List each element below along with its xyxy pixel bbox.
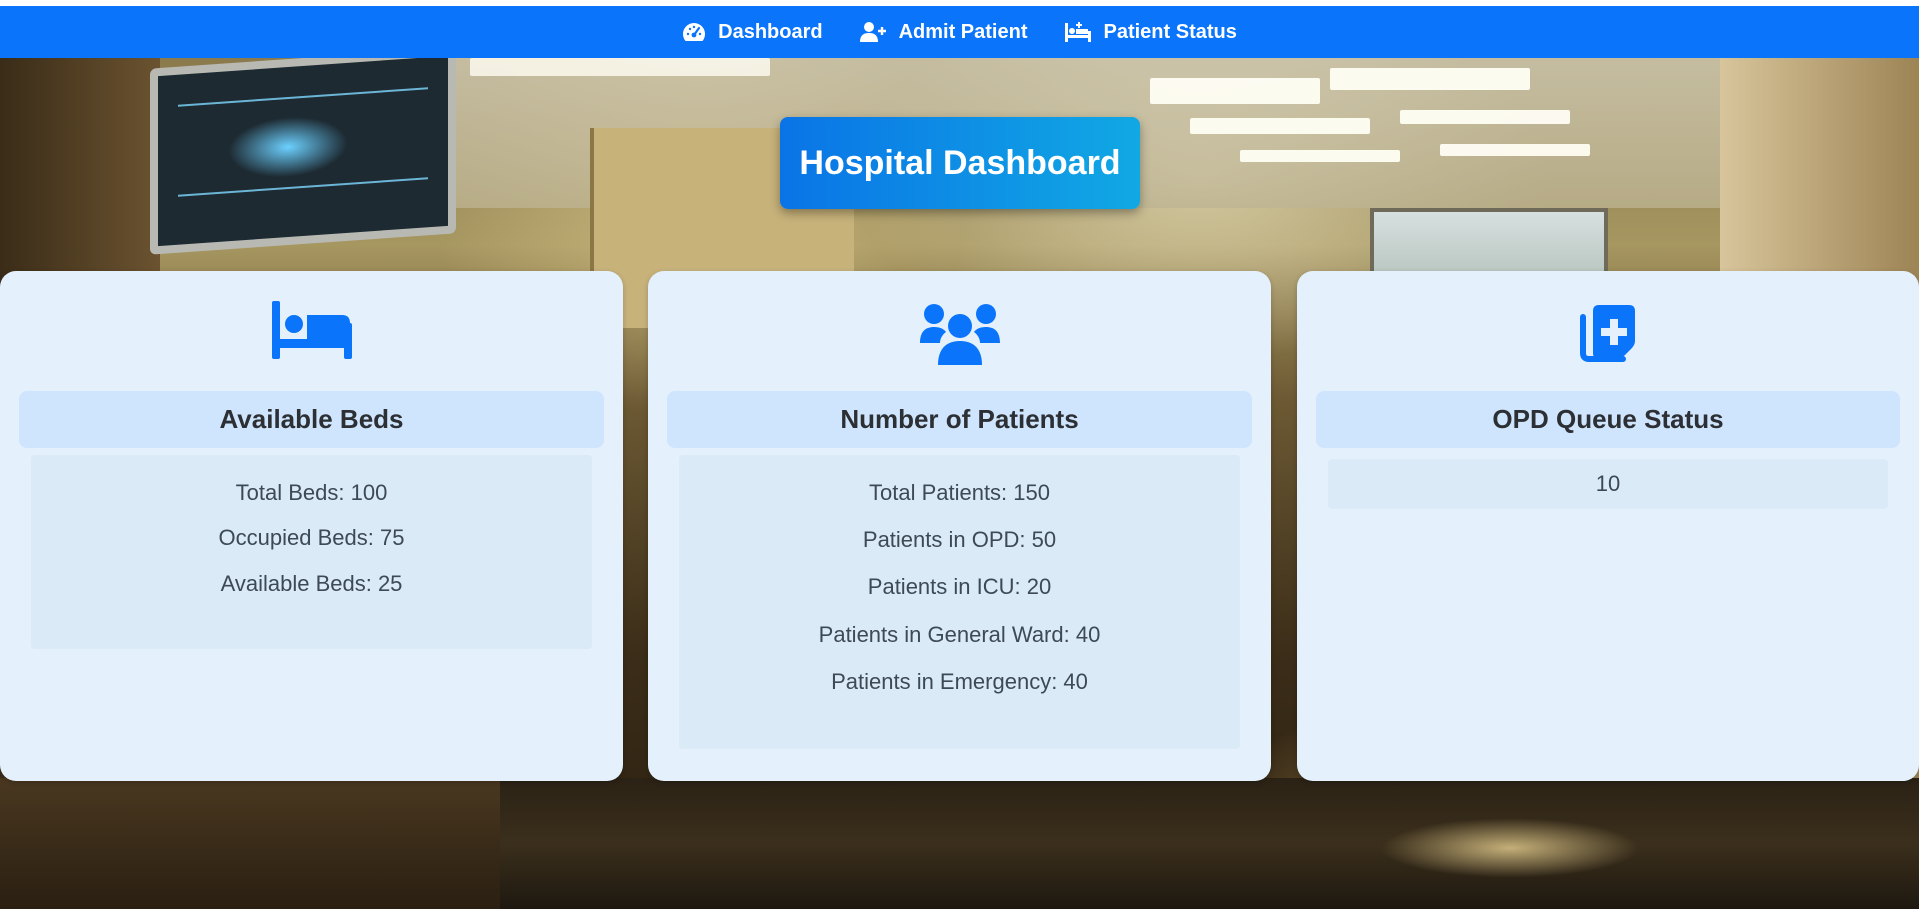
occupied-beds-text: Occupied Beds: 75 bbox=[218, 525, 405, 551]
patients-icu-text: Patients in ICU: 20 bbox=[867, 574, 1052, 600]
nav-admit-patient[interactable]: Admit Patient bbox=[859, 21, 1028, 44]
nav-patient-status[interactable]: Patient Status bbox=[1064, 21, 1237, 44]
opd-queue-status-card: OPD Queue Status 10 bbox=[1297, 271, 1919, 781]
total-beds-text: Total Beds: 100 bbox=[235, 480, 388, 505]
users-icon bbox=[648, 301, 1271, 365]
nav-dashboard[interactable]: Dashboard bbox=[682, 20, 823, 44]
bed-icon bbox=[0, 301, 623, 359]
user-plus-icon bbox=[859, 21, 887, 43]
medical-plus-icon bbox=[1297, 301, 1919, 363]
opd-queue-status-heading: OPD Queue Status bbox=[1316, 391, 1900, 448]
number-of-patients-heading: Number of Patients bbox=[667, 391, 1252, 448]
nav-patient-status-label: Patient Status bbox=[1103, 20, 1237, 43]
top-navbar: Dashboard Admit Patient Patient Status bbox=[0, 6, 1919, 58]
opd-queue-value: 10 bbox=[1328, 459, 1888, 509]
available-beds-details: Total Beds: 100 Occupied Beds: 75 Availa… bbox=[31, 455, 592, 649]
nav-dashboard-label: Dashboard bbox=[718, 20, 823, 43]
gauge-icon bbox=[682, 21, 706, 43]
patients-emergency-text: Patients in Emergency: 40 bbox=[831, 668, 1088, 694]
patients-opd-text: Patients in OPD: 50 bbox=[862, 527, 1057, 553]
number-of-patients-card: Number of Patients Total Patients: 150 P… bbox=[648, 271, 1271, 781]
hospital-bed-icon bbox=[1064, 21, 1092, 43]
available-beds-card: Available Beds Total Beds: 100 Occupied … bbox=[0, 271, 623, 781]
patients-details: Total Patients: 150 Patients in OPD: 50 … bbox=[679, 455, 1240, 749]
total-patients-text: Total Patients: 150 bbox=[868, 480, 1050, 505]
page-title: Hospital Dashboard bbox=[780, 117, 1140, 209]
available-beds-text: Available Beds: 25 bbox=[220, 570, 403, 596]
patients-general-ward-text: Patients in General Ward: 40 bbox=[818, 621, 1101, 647]
nav-admit-patient-label: Admit Patient bbox=[898, 20, 1028, 43]
available-beds-heading: Available Beds bbox=[19, 391, 604, 448]
